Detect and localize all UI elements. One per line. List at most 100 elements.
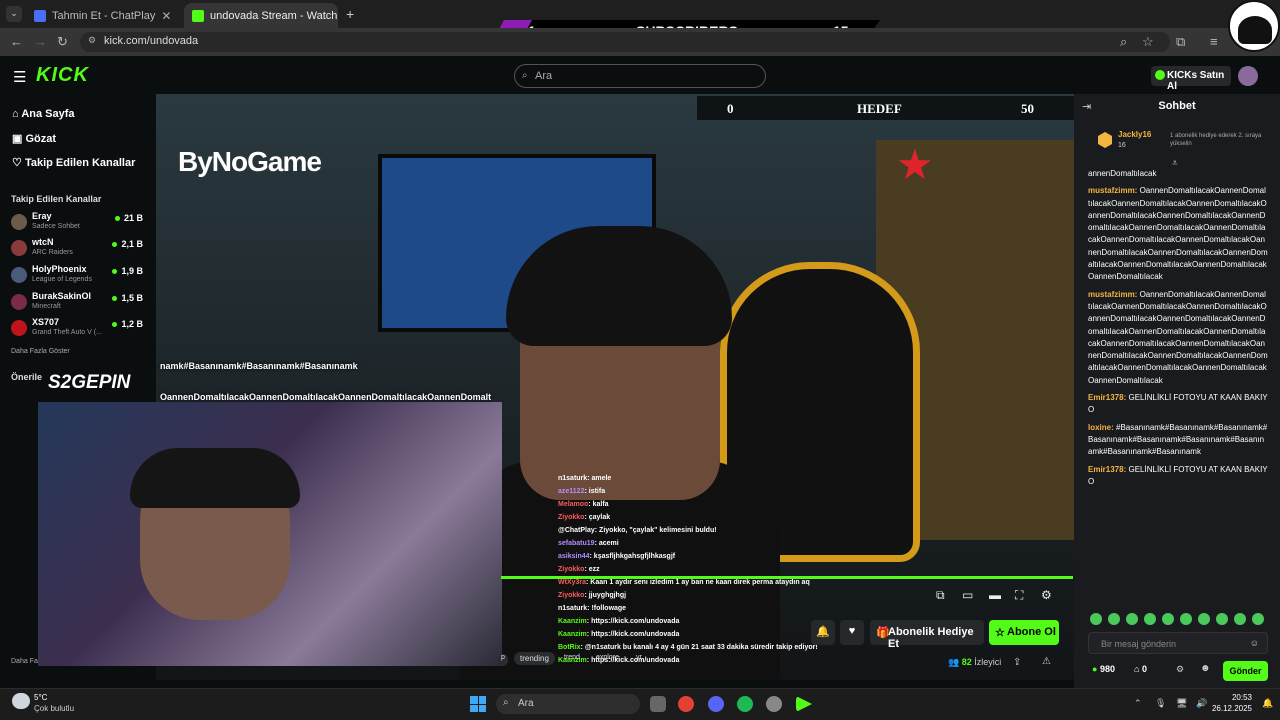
nav-home[interactable]: ⌂ Ana Sayfa	[12, 108, 75, 120]
microphone-icon[interactable]: 🎙	[1155, 698, 1166, 709]
start-tile	[478, 696, 486, 704]
chat-message-list: annenDomaltılacak mustafzimm: OannenDomal…	[1088, 168, 1268, 493]
reload-icon[interactable]: ↻	[57, 34, 68, 50]
chat-username[interactable]: Emir1378:	[1088, 393, 1126, 402]
theater-icon[interactable]: ▭	[962, 588, 973, 602]
taskbar-search[interactable]: ⌕ Ara	[496, 694, 640, 714]
follow-heart-button[interactable]: ♥	[840, 620, 864, 645]
menu-icon[interactable]: ☰	[13, 68, 26, 86]
subscribe-button[interactable]: ☆ Abone Ol	[989, 620, 1059, 645]
kicks-buy-button[interactable]: KICKs Satın Al	[1151, 66, 1231, 92]
pip-icon[interactable]: ⧉	[936, 588, 945, 603]
followed-channel[interactable]: XS707 Grand Theft Auto V (... 1,2 B	[11, 316, 151, 342]
tray-overflow-icon[interactable]: ⌃	[1134, 698, 1142, 709]
close-icon[interactable]: ✕	[161, 9, 171, 23]
back-icon[interactable]: ←	[10, 34, 23, 49]
notifications-bell-button[interactable]: 🔔	[811, 620, 835, 645]
clock-date[interactable]: 26.12.2025	[1206, 704, 1252, 713]
guest-cap	[130, 448, 300, 508]
goal-target: 50	[1021, 101, 1034, 116]
url-text: kick.com/undovada	[104, 35, 199, 47]
weather-temp[interactable]: 5°C	[34, 693, 47, 702]
emote-icon[interactable]	[1216, 613, 1228, 625]
clock-time[interactable]: 20:53	[1230, 693, 1252, 702]
forward-icon[interactable]: →	[34, 34, 47, 49]
overlay-chat-user: Ziyokko	[558, 566, 585, 573]
emoji-icon[interactable]: ☺	[1250, 638, 1259, 648]
fullscreen-icon[interactable]: ⛶	[1015, 588, 1023, 603]
search-input[interactable]: ⌕ Ara	[514, 64, 766, 88]
chat-username[interactable]: mustafzimm:	[1088, 290, 1137, 299]
channel-points[interactable]: ● 980	[1092, 664, 1115, 674]
followed-channel[interactable]: Eray Sadece Sohbet 21 B	[11, 210, 151, 236]
followed-channel[interactable]: HolyPhoenix League of Legends 1,9 B	[11, 263, 151, 289]
task-view-icon[interactable]	[650, 696, 666, 712]
tag-chip[interactable]: p	[498, 654, 508, 666]
gift-leaderboard[interactable]: Jackly16 16 1 abonelik hediye ederek 2. …	[1090, 124, 1280, 160]
address-bar[interactable]: ⚙ kick.com/undovada	[80, 32, 1170, 52]
overlay-chat-text: : kalfa	[588, 501, 609, 508]
browser-profile-avatar[interactable]	[1228, 0, 1280, 52]
chat-message: mustafzimm: OannenDomaltılacakOannenDoma…	[1088, 289, 1268, 387]
store-items[interactable]: ⌂ 0	[1134, 664, 1147, 674]
tab-list-dropdown[interactable]: ⌄	[6, 6, 22, 22]
weather-desc[interactable]: Çok bulutlu	[34, 704, 74, 713]
emote-picker-icon[interactable]: ☻	[1200, 663, 1211, 674]
discord-icon[interactable]	[708, 696, 724, 712]
overlay-chat-user: Ziyokko	[558, 514, 585, 521]
items-value: 0	[1141, 664, 1147, 674]
site-info-icon[interactable]: ⚙	[88, 35, 96, 46]
kick-logo[interactable]: KICK	[36, 64, 89, 87]
emote-icon[interactable]	[1162, 613, 1174, 625]
reading-list-icon[interactable]: ≡	[1210, 34, 1218, 49]
show-more-link[interactable]: Daha Fazla Göster	[11, 348, 70, 355]
channel-name: Eray	[32, 211, 52, 221]
zoom-icon[interactable]: ⌕	[1120, 34, 1127, 50]
emote-icon[interactable]	[1252, 613, 1264, 625]
nav-following[interactable]: ♡ Takip Edilen Kanallar	[12, 156, 135, 169]
user-avatar[interactable]	[1238, 66, 1258, 86]
emote-icon[interactable]	[1234, 613, 1246, 625]
emote-icon[interactable]	[1090, 613, 1102, 625]
avatar	[11, 214, 27, 230]
bookmark-star-icon[interactable]: ☆	[1142, 34, 1154, 50]
share-icon[interactable]: ⇪	[1013, 657, 1021, 668]
tag-chip[interactable]: yr	[632, 652, 646, 663]
chat-settings-icon[interactable]: ⚙	[1176, 664, 1184, 675]
settings-gear-icon[interactable]: ⚙	[1041, 588, 1052, 602]
chat-message: mustafzimm: OannenDomaltılacakOannenDoma…	[1088, 185, 1268, 283]
leader-count: 16	[1118, 142, 1126, 149]
tab-kick-stream[interactable]: undovada Stream - Watch L 🔊 ✕	[184, 3, 338, 28]
cinema-mode-icon[interactable]: ▬	[989, 588, 1001, 602]
report-warning-icon[interactable]: ⚠	[1042, 656, 1051, 667]
chat-username[interactable]: Emir1378:	[1088, 465, 1126, 474]
notifications-icon[interactable]: 🔔	[1262, 698, 1273, 709]
tag-chip[interactable]: trend	[560, 652, 584, 663]
followed-channel[interactable]: BurakSakinOl Minecraft 1,5 B	[11, 290, 151, 316]
steam-icon[interactable]	[766, 696, 782, 712]
tab-chatplay[interactable]: Tahmin Et - ChatPlay ✕	[26, 3, 178, 28]
emote-icon[interactable]	[1198, 613, 1210, 625]
send-message-button[interactable]: Gönder	[1223, 661, 1268, 681]
emote-icon[interactable]	[1144, 613, 1156, 625]
followed-channel[interactable]: wtcN ARC Raiders 2,1 B	[11, 236, 151, 262]
emote-icon[interactable]	[1180, 613, 1192, 625]
chat-username[interactable]: mustafzimm:	[1088, 186, 1137, 195]
nav-browse[interactable]: ▣ Gözat	[12, 132, 56, 145]
network-icon[interactable]: 🖥	[1176, 698, 1187, 709]
new-tab-icon[interactable]: +	[346, 6, 354, 22]
chat-message-input[interactable]: Bir mesaj gönderin ☺	[1088, 632, 1268, 654]
emote-icon[interactable]	[1108, 613, 1120, 625]
chrome-icon[interactable]	[678, 696, 694, 712]
tag-chip[interactable]: explore	[592, 652, 623, 663]
extensions-icon[interactable]: ⧉	[1176, 34, 1185, 50]
chat-username[interactable]: loxine:	[1088, 423, 1114, 432]
windows-start-icon[interactable]	[470, 696, 486, 712]
spotify-icon[interactable]	[737, 696, 753, 712]
tag-chip[interactable]: trending	[514, 652, 555, 665]
overlay-chat-user: BotRix	[558, 644, 581, 651]
emote-icon[interactable]	[1126, 613, 1138, 625]
gift-subscription-button[interactable]: 🎁 Abonelik Hediye Et	[870, 620, 984, 650]
emote-bar[interactable]	[1090, 613, 1268, 627]
overlay-chat-row: Ziyokko: ezz	[558, 563, 858, 576]
